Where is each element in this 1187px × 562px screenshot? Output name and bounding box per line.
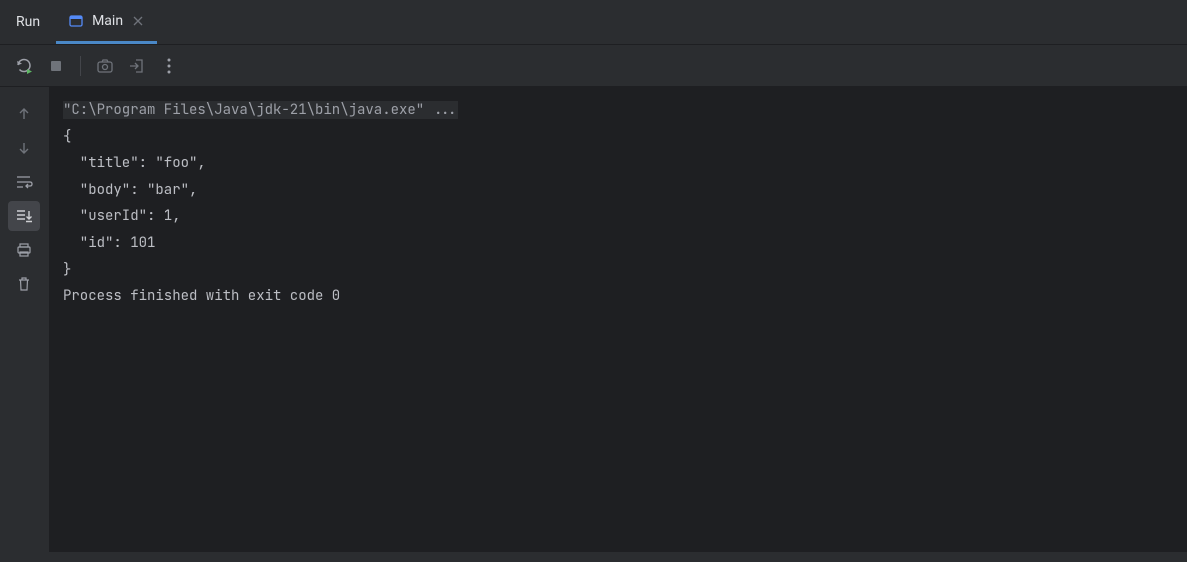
- status-bar: [0, 552, 1187, 562]
- scroll-to-end-button[interactable]: [8, 201, 40, 231]
- toolbar-separator: [80, 56, 81, 76]
- stop-button[interactable]: [42, 52, 70, 80]
- run-panel-header: Run Main: [0, 0, 1187, 45]
- console-command-line: "C:\Program Files\Java\jdk-21\bin\java.e…: [63, 97, 1173, 124]
- side-toolbar: [0, 87, 48, 562]
- soft-wrap-button[interactable]: [8, 167, 40, 197]
- content-area: "C:\Program Files\Java\jdk-21\bin\java.e…: [0, 87, 1187, 562]
- screenshot-button[interactable]: [91, 52, 119, 80]
- clear-button[interactable]: [8, 269, 40, 299]
- tab-label: Main: [92, 13, 123, 29]
- console-line: "title": "foo",: [63, 150, 1173, 177]
- console-line: "body": "bar",: [63, 177, 1173, 204]
- exit-button[interactable]: [123, 52, 151, 80]
- more-options-button[interactable]: [155, 52, 183, 80]
- panel-title: Run: [0, 14, 56, 30]
- console-line: "id": 101: [63, 230, 1173, 257]
- console-output[interactable]: "C:\Program Files\Java\jdk-21\bin\java.e…: [48, 87, 1187, 562]
- print-button[interactable]: [8, 235, 40, 265]
- up-button[interactable]: [8, 99, 40, 129]
- console-line: {: [63, 124, 1173, 151]
- run-toolbar: [0, 45, 1187, 87]
- console-exit-line: Process finished with exit code 0: [63, 283, 1173, 310]
- tab-main[interactable]: Main: [56, 0, 157, 44]
- close-icon[interactable]: [131, 14, 145, 28]
- console-line: "userId": 1,: [63, 203, 1173, 230]
- console-line: }: [63, 257, 1173, 284]
- run-config-icon: [68, 13, 84, 29]
- rerun-button[interactable]: [10, 52, 38, 80]
- down-button[interactable]: [8, 133, 40, 163]
